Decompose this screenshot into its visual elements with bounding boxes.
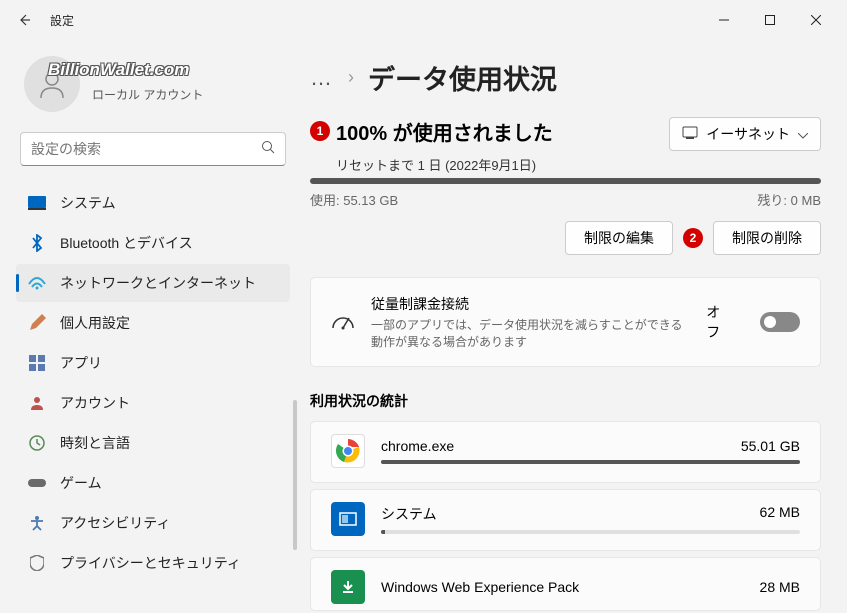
sidebar-item-bluetooth[interactable]: Bluetooth とデバイス	[16, 224, 290, 262]
app-size: 28 MB	[760, 579, 800, 595]
sidebar-item-time[interactable]: 時刻と言語	[16, 424, 290, 462]
metered-toggle[interactable]	[760, 312, 800, 332]
avatar	[24, 56, 80, 112]
sidebar-item-label: プライバシーとセキュリティ	[60, 553, 241, 573]
account-type: ローカル アカウント	[92, 86, 203, 103]
page-title: データ使用状況	[368, 58, 557, 97]
window-title: 設定	[50, 12, 74, 29]
app-name: chrome.exe	[381, 438, 454, 454]
sidebar-item-label: ゲーム	[60, 473, 102, 493]
sidebar-item-network[interactable]: ネットワークとインターネット	[16, 264, 290, 302]
apps-icon	[28, 354, 46, 372]
sidebar-item-label: Bluetooth とデバイス	[60, 233, 193, 253]
account-icon	[28, 394, 46, 412]
sidebar-scrollbar[interactable]	[293, 400, 297, 550]
network-icon	[28, 274, 46, 292]
sidebar-item-label: ネットワークとインターネット	[60, 273, 256, 293]
chevron-right-icon: ›	[348, 67, 354, 88]
minimize-button[interactable]	[701, 4, 747, 36]
app-size: 62 MB	[760, 504, 800, 524]
maximize-button[interactable]	[747, 4, 793, 36]
metered-subtitle: 一部のアプリでは、データ使用状況を減らすことができる動作が異なる場合があります	[371, 316, 690, 350]
system-app-icon	[331, 502, 365, 536]
sidebar-item-label: 時刻と言語	[60, 433, 130, 453]
back-button[interactable]	[8, 4, 40, 36]
sidebar-item-accounts[interactable]: アカウント	[16, 384, 290, 422]
network-select[interactable]: イーサネット	[669, 117, 821, 151]
remain-label: 残り: 0 MB	[757, 190, 821, 209]
used-label: 使用: 55.13 GB	[310, 190, 398, 209]
sidebar-item-label: アプリ	[60, 353, 102, 373]
app-name: システム	[381, 504, 437, 524]
breadcrumb: … › データ使用状況	[310, 58, 821, 97]
accessibility-icon	[28, 514, 46, 532]
shield-icon	[28, 554, 46, 572]
delete-limit-button[interactable]: 制限の削除	[713, 221, 821, 255]
sidebar-item-personalization[interactable]: 個人用設定	[16, 304, 290, 342]
app-size: 55.01 GB	[741, 438, 800, 454]
brush-icon	[28, 314, 46, 332]
search-input[interactable]	[31, 141, 261, 157]
sidebar-item-system[interactable]: システム	[16, 184, 290, 222]
breadcrumb-more[interactable]: …	[310, 65, 334, 91]
web-experience-icon	[331, 570, 365, 604]
bluetooth-icon	[28, 234, 46, 252]
toggle-state-label: オフ	[706, 302, 734, 342]
annotation-badge-2: 2	[683, 228, 703, 248]
app-usage-row[interactable]: Windows Web Experience Pack 28 MB	[310, 557, 821, 611]
annotation-badge-1: 1	[310, 121, 330, 141]
sidebar-item-accessibility[interactable]: アクセシビリティ	[16, 504, 290, 542]
chrome-icon	[331, 434, 365, 468]
gaming-icon	[28, 474, 46, 492]
search-icon	[261, 140, 275, 159]
sidebar-item-label: システム	[60, 193, 116, 213]
app-usage-row[interactable]: システム 62 MB	[310, 489, 821, 551]
ethernet-icon	[682, 126, 698, 143]
metered-connection-card[interactable]: 従量制課金接続 一部のアプリでは、データ使用状況を減らすことができる動作が異なる…	[310, 277, 821, 367]
clock-icon	[28, 434, 46, 452]
sidebar-item-apps[interactable]: アプリ	[16, 344, 290, 382]
meter-icon	[331, 310, 355, 335]
app-name: Windows Web Experience Pack	[381, 579, 579, 595]
sidebar-item-gaming[interactable]: ゲーム	[16, 464, 290, 502]
network-select-label: イーサネット	[706, 124, 790, 144]
profile-section[interactable]: BillionWallet.com ローカル アカウント	[24, 56, 282, 112]
reset-text: リセットまで 1 日 (2022年9月1日)	[336, 155, 821, 174]
usage-title: 100% が使用されました	[336, 117, 553, 146]
metered-title: 従量制課金接続	[371, 294, 690, 314]
chevron-down-icon	[798, 126, 808, 142]
usage-progress-bar	[310, 178, 821, 184]
edit-limit-button[interactable]: 制限の編集	[565, 221, 673, 255]
sidebar-item-label: 個人用設定	[60, 313, 130, 333]
close-button[interactable]	[793, 4, 839, 36]
sidebar-item-label: アカウント	[60, 393, 130, 413]
sidebar-item-privacy[interactable]: プライバシーとセキュリティ	[16, 544, 290, 582]
system-icon	[28, 194, 46, 212]
app-usage-row[interactable]: chrome.exe 55.01 GB	[310, 421, 821, 483]
stats-section-title: 利用状況の統計	[310, 391, 821, 411]
sidebar-item-label: アクセシビリティ	[60, 513, 170, 533]
search-box[interactable]	[20, 132, 286, 166]
